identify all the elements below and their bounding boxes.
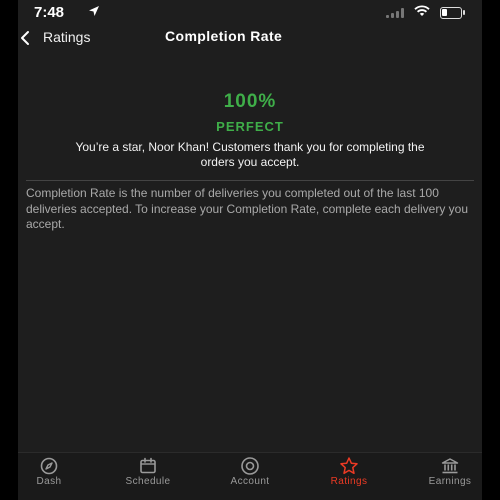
compass-icon (40, 457, 58, 475)
tab-bar: Dash Schedule Account Ratings Earnings (18, 452, 482, 500)
location-arrow-icon (89, 6, 99, 16)
tab-label: Earnings (428, 476, 472, 487)
tab-account[interactable]: Account (215, 456, 285, 496)
tab-dash[interactable]: Dash (18, 456, 84, 496)
back-label: Ratings (43, 29, 91, 45)
completion-rate-value: 100% (223, 91, 277, 112)
tab-label: Dash (36, 476, 62, 487)
divider (26, 180, 474, 181)
completion-rate-description: Completion Rate is the number of deliver… (26, 186, 469, 231)
battery-icon (440, 7, 465, 19)
page-title: Completion Rate (165, 28, 283, 44)
cellular-signal-icon (386, 8, 404, 18)
status-time: 7:48 (34, 4, 65, 21)
account-icon (241, 457, 259, 475)
calendar-icon (140, 457, 156, 474)
tab-earnings[interactable]: Earnings (415, 456, 482, 496)
star-icon (340, 457, 358, 475)
completion-rate-rating: PERFECT (216, 119, 284, 134)
praise-message: You’re a star, Noor Khan! Customers than… (75, 140, 425, 169)
tab-ratings[interactable]: Ratings (314, 456, 384, 496)
bank-icon (441, 458, 459, 474)
app-screen: 7:48 Ratings Completion Rate 100% PERFEC… (18, 0, 482, 500)
status-bar: 7:48 (18, 0, 482, 26)
tab-schedule[interactable]: Schedule (113, 456, 183, 496)
battery-level (442, 9, 448, 16)
tab-label: Schedule (125, 476, 171, 487)
tab-label: Account (230, 476, 270, 487)
navigation-bar: Ratings Completion Rate (18, 26, 482, 50)
tab-label: Ratings (330, 476, 368, 487)
chevron-left-icon (21, 31, 29, 45)
wifi-icon (414, 5, 430, 16)
